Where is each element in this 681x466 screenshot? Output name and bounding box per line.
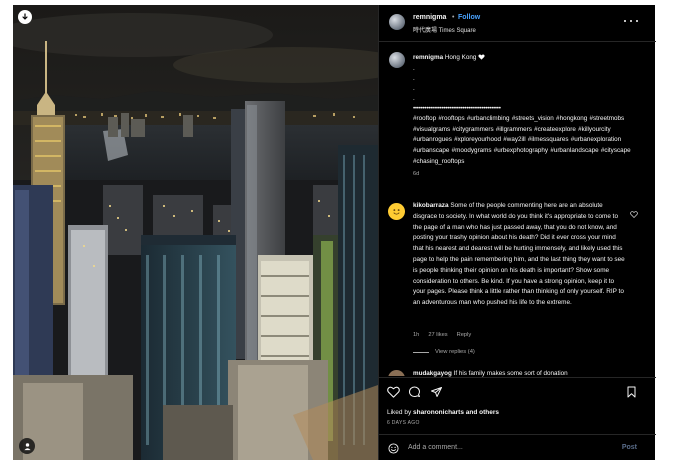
author-username[interactable]: remnigma bbox=[413, 14, 446, 21]
post-timestamp: 6 DAYS AGO bbox=[387, 420, 420, 426]
caption-divider: ••••••••••••••••••••••••••••••••••••••••… bbox=[413, 104, 501, 112]
comment-icon[interactable] bbox=[408, 386, 421, 398]
comment-likes[interactable]: 27 likes bbox=[428, 332, 447, 338]
post-comment-button[interactable]: Post bbox=[622, 444, 637, 451]
share-icon[interactable] bbox=[430, 386, 443, 398]
caption-dot-line: . bbox=[413, 84, 415, 92]
like-heart-icon bbox=[630, 211, 638, 218]
view-replies-label: View replies (4) bbox=[435, 349, 475, 355]
caption-dot-line: . bbox=[413, 74, 415, 82]
emoji-avatar-icon bbox=[390, 205, 403, 218]
user-tag-icon bbox=[23, 442, 31, 450]
more-icon bbox=[624, 20, 626, 22]
comment: kikobarraza Some of the people commentin… bbox=[413, 201, 625, 309]
caption-text: Hong Kong bbox=[444, 54, 477, 61]
city-night-image bbox=[13, 5, 378, 460]
comment-age: 1h bbox=[413, 332, 420, 338]
follow-button[interactable]: Follow bbox=[458, 14, 480, 21]
comment-like-button[interactable] bbox=[630, 205, 638, 223]
post-caption: remnigma Hong Kong . . . . •••••••••••••… bbox=[413, 53, 648, 180]
emoji-icon[interactable] bbox=[388, 443, 399, 454]
commenter-avatar[interactable] bbox=[388, 203, 405, 220]
liked-by-prefix: Liked by bbox=[387, 409, 412, 416]
header-separator: • bbox=[452, 14, 455, 21]
post-actions: Liked by sharononicharts and others 6 DA… bbox=[379, 377, 656, 460]
caption-username[interactable]: remnigma bbox=[413, 54, 443, 61]
caption-age: 6d bbox=[413, 170, 420, 177]
author-avatar[interactable] bbox=[389, 14, 405, 30]
liked-by-others[interactable]: and others bbox=[466, 409, 499, 416]
caption-dot-line: . bbox=[413, 64, 415, 72]
tagged-users-button[interactable] bbox=[19, 438, 35, 454]
instagram-post: remnigma • Follow 時代廣場 Times Square remn… bbox=[13, 5, 656, 460]
comment-like-button[interactable] bbox=[630, 369, 638, 375]
comment: mudakgayog If his family makes some sort… bbox=[413, 369, 625, 377]
post-side-panel: remnigma • Follow 時代廣場 Times Square remn… bbox=[378, 5, 656, 460]
liked-by: Liked by sharononicharts and others bbox=[387, 409, 499, 416]
caption-dot-line: . bbox=[413, 94, 415, 102]
replies-line bbox=[413, 351, 429, 353]
comment-text: If his family makes some sort of donatio… bbox=[453, 370, 568, 377]
add-comment-bar: Add a comment... Post bbox=[379, 434, 656, 461]
view-replies-button[interactable]: View replies (4) bbox=[413, 349, 475, 355]
download-icon bbox=[22, 13, 28, 20]
comment-username[interactable]: kikobarraza bbox=[413, 202, 449, 209]
verified-heart-icon bbox=[478, 53, 485, 60]
like-icon[interactable] bbox=[387, 386, 400, 398]
post-header: remnigma • Follow 時代廣場 Times Square bbox=[379, 5, 656, 42]
more-options-button[interactable] bbox=[624, 16, 638, 26]
caption-hashtags[interactable]: #rooftop #rooftops #urbanclimbing #stree… bbox=[413, 114, 648, 168]
download-button[interactable] bbox=[18, 10, 32, 24]
bookmark-icon[interactable] bbox=[626, 386, 637, 398]
comment-meta: 1h 27 likes Reply bbox=[413, 332, 471, 338]
comment-username[interactable]: mudakgayog bbox=[413, 370, 452, 377]
post-photo[interactable] bbox=[13, 5, 378, 460]
comment-text: Some of the people commenting here are a… bbox=[413, 202, 625, 307]
comment-reply-button[interactable]: Reply bbox=[457, 332, 472, 338]
liked-by-user[interactable]: sharononicharts bbox=[413, 409, 464, 416]
commenter-avatar[interactable] bbox=[388, 370, 405, 376]
caption-avatar[interactable] bbox=[389, 52, 405, 68]
comment-input[interactable]: Add a comment... bbox=[408, 444, 463, 451]
post-location[interactable]: 時代廣場 Times Square bbox=[413, 25, 476, 34]
